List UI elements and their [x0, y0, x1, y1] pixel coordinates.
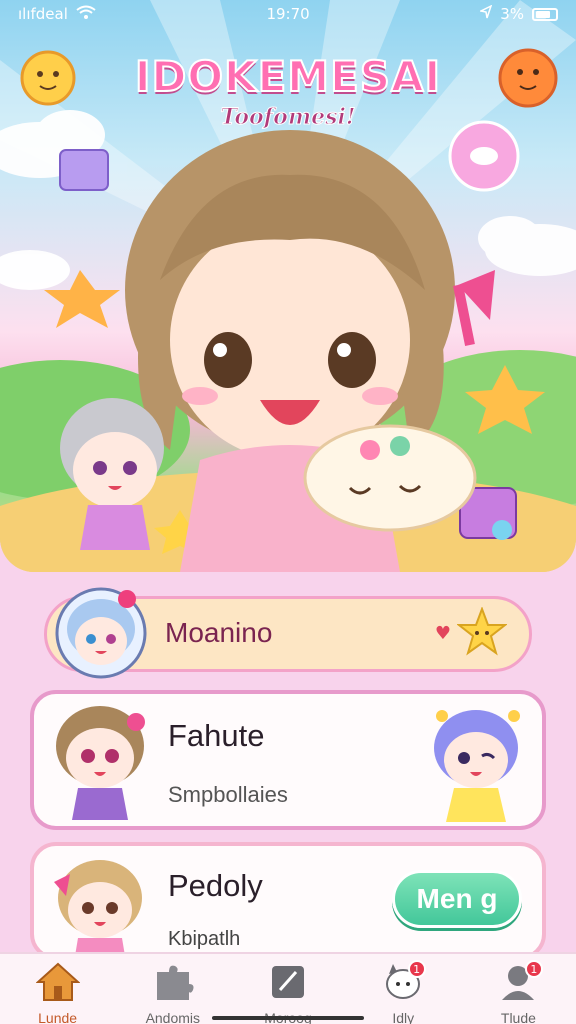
carrier-label: ılıfdeal: [18, 5, 68, 23]
clock: 19:70: [266, 5, 310, 23]
avatar: [48, 852, 152, 966]
status-bar: ılıfdeal 19:70 3%: [0, 0, 576, 28]
hero-banner: IDOKEMESAI Toofomesi!: [0, 0, 576, 572]
card-title: Moanino: [165, 617, 273, 648]
gift-box-icon: [59, 149, 109, 191]
card-title: Fahute: [168, 718, 265, 753]
heart-icon: ♥: [434, 623, 451, 644]
nav-item-tlude[interactable]: 1 Tlude: [461, 954, 576, 1024]
battery-icon: [532, 7, 558, 21]
pencil-icon: [266, 962, 310, 1006]
avatar: [424, 702, 528, 830]
nav-label: Lunde: [38, 1010, 78, 1024]
nav-item-idly[interactable]: 1 Idly: [346, 954, 461, 1024]
menu-button[interactable]: Men g: [392, 870, 522, 928]
list-item-moanino[interactable]: Moanino ♥: [44, 587, 532, 679]
location-icon: [478, 4, 493, 23]
wifi-icon: [76, 5, 96, 23]
home-icon: [34, 962, 81, 1006]
card-subtitle: Smpbollaies: [168, 782, 288, 807]
avatar: [48, 700, 152, 828]
app-subtitle: Toofomesi!: [220, 104, 356, 131]
plush-toy-illustration: [303, 424, 477, 532]
nav-label: Tlude: [500, 1010, 536, 1024]
card-title: Pedoly: [168, 868, 263, 903]
star-icon: [456, 606, 508, 661]
nav-item-moroog[interactable]: Moroog: [230, 954, 345, 1024]
list-item-fahute[interactable]: Fahute Smpbollaies: [30, 690, 546, 830]
bottom-nav: Lunde Andomis Moroog 1 Idly 1 Tlude: [0, 952, 576, 1024]
avatar: [53, 585, 149, 685]
notification-badge: 1: [524, 960, 543, 978]
card-subtitle: Kbipatlh: [168, 928, 241, 950]
list-item-pedoly[interactable]: Pedoly Kbipatlh Men g: [30, 842, 546, 962]
puzzle-icon: [151, 962, 195, 1006]
battery-percent: 3%: [500, 5, 524, 23]
app-title: IDOKEMESAI: [134, 51, 442, 102]
nav-label: Idly: [392, 1010, 415, 1024]
home-indicator: [212, 1016, 364, 1020]
nav-item-lunde[interactable]: Lunde: [0, 954, 115, 1024]
notification-badge: 1: [407, 960, 426, 978]
nav-item-andomis[interactable]: Andomis: [115, 954, 230, 1024]
nav-label: Andomis: [145, 1010, 201, 1024]
candy-bubble-icon: [448, 120, 520, 192]
